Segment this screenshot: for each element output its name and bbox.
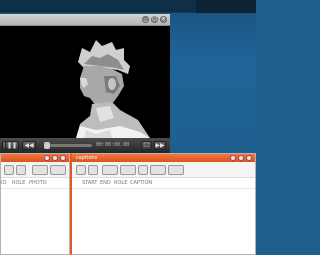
captions-panel: captions START END ROLE CAPTION bbox=[70, 153, 256, 255]
roles-column-headers: IO ROLE PHOTO bbox=[1, 179, 69, 187]
panel-close-icon[interactable] bbox=[60, 155, 66, 161]
column-header-role[interactable]: ROLE bbox=[114, 180, 127, 186]
column-header-role[interactable]: ROLE bbox=[12, 180, 25, 186]
set-start-icon[interactable] bbox=[102, 165, 118, 175]
captions-panel-titlebar[interactable]: captions bbox=[72, 154, 255, 162]
panel-minimize-icon[interactable] bbox=[230, 155, 236, 161]
panel-maximize-icon[interactable] bbox=[238, 155, 244, 161]
minimize-icon[interactable]: _ bbox=[142, 16, 149, 23]
import-captions-icon[interactable] bbox=[150, 165, 166, 175]
roles-panel: IO ROLE PHOTO bbox=[0, 153, 70, 255]
remove-icon[interactable] bbox=[16, 165, 26, 175]
panel-minimize-icon[interactable] bbox=[44, 155, 50, 161]
timecode: 00:00:00.00 bbox=[96, 142, 130, 148]
previous-button[interactable]: ◀◀ bbox=[22, 141, 36, 150]
seek-bar[interactable] bbox=[50, 144, 92, 147]
video-frame[interactable] bbox=[0, 26, 170, 138]
fullscreen-button[interactable]: ⛶ bbox=[141, 141, 152, 150]
split-icon[interactable] bbox=[138, 165, 148, 175]
export-captions-icon[interactable] bbox=[168, 165, 184, 175]
column-header-end[interactable]: END bbox=[100, 180, 111, 186]
pause-button[interactable]: ❚❚ bbox=[5, 141, 19, 150]
video-window-titlebar[interactable]: _ □ × bbox=[0, 14, 170, 26]
column-header-caption[interactable]: CAPTION bbox=[130, 180, 152, 186]
video-player-window: _ □ × ▶ ❚❚ ◀◀ 00:00:0 bbox=[0, 14, 170, 153]
import-icon[interactable] bbox=[32, 165, 48, 175]
header-divider bbox=[72, 188, 255, 189]
header-divider bbox=[1, 188, 69, 189]
set-end-icon[interactable] bbox=[120, 165, 136, 175]
column-header-io[interactable]: IO bbox=[1, 180, 6, 186]
roles-panel-titlebar[interactable] bbox=[1, 154, 69, 162]
panel-close-icon[interactable] bbox=[246, 155, 252, 161]
top-bar bbox=[0, 0, 256, 13]
column-header-start[interactable]: START bbox=[82, 180, 97, 186]
video-controls-bar: ▶ ❚❚ ◀◀ 00:00:00.00 ⛶ ▶▶ bbox=[0, 138, 170, 153]
export-icon[interactable] bbox=[50, 165, 66, 175]
close-icon[interactable]: × bbox=[160, 16, 167, 23]
roles-toolbar bbox=[1, 162, 69, 178]
column-header-photo[interactable]: PHOTO bbox=[29, 180, 47, 186]
maximize-icon[interactable]: □ bbox=[151, 16, 158, 23]
add-icon[interactable] bbox=[4, 165, 14, 175]
captions-column-headers: START END ROLE CAPTION bbox=[72, 179, 255, 187]
panel-maximize-icon[interactable] bbox=[52, 155, 58, 161]
add-caption-icon[interactable] bbox=[76, 165, 86, 175]
video-still-man-profile bbox=[0, 26, 170, 138]
captions-toolbar bbox=[72, 162, 255, 178]
remove-caption-icon[interactable] bbox=[88, 165, 98, 175]
next-button[interactable]: ▶▶ bbox=[154, 141, 166, 150]
seek-handle[interactable] bbox=[44, 142, 50, 149]
captions-panel-title: captions bbox=[76, 155, 98, 161]
